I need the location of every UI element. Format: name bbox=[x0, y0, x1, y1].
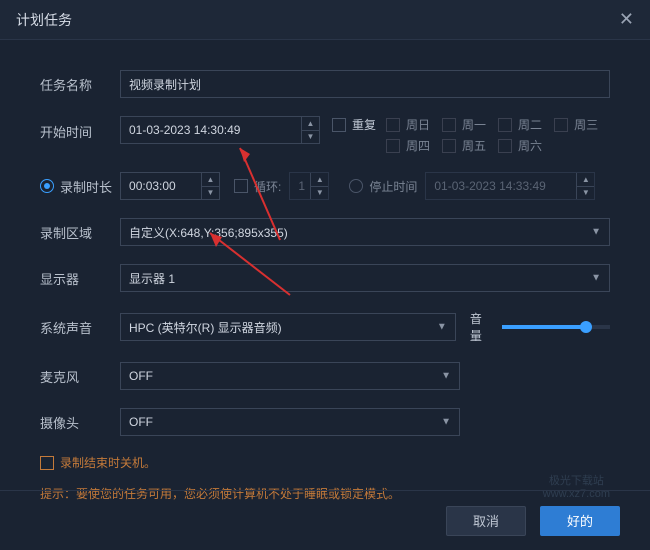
monitor-label: 显示器 bbox=[40, 269, 120, 288]
slider-thumb[interactable] bbox=[580, 321, 592, 333]
region-select[interactable]: 自定义(X:648,Y:356;895x355) ▼ bbox=[120, 218, 610, 246]
weekday-checkbox[interactable] bbox=[386, 118, 400, 132]
system-audio-value: HPC (英特尔(R) 显示器音频) bbox=[129, 319, 282, 336]
repeat-checkbox[interactable] bbox=[332, 118, 346, 132]
loop-spinner[interactable]: ▲ ▼ bbox=[310, 173, 328, 199]
start-time-row: 开始时间 01-03-2023 14:30:49 ▲ ▼ 重复 周日 周一 周二… bbox=[40, 116, 610, 154]
slider-fill bbox=[502, 325, 587, 329]
stop-time-spinner[interactable]: ▲ ▼ bbox=[576, 173, 594, 199]
duration-radio-group[interactable]: 录制时长 bbox=[40, 177, 112, 196]
spinner-down-icon[interactable]: ▼ bbox=[302, 131, 319, 144]
region-label: 录制区域 bbox=[40, 223, 120, 242]
ok-button[interactable]: 好的 bbox=[540, 506, 620, 536]
duration-label: 录制时长 bbox=[60, 177, 112, 196]
mic-value: OFF bbox=[129, 369, 153, 383]
chevron-down-icon: ▼ bbox=[591, 227, 601, 238]
camera-label: 摄像头 bbox=[40, 413, 120, 432]
spinner-up-icon[interactable]: ▲ bbox=[311, 173, 328, 187]
monitor-value: 显示器 1 bbox=[129, 270, 175, 287]
dialog-title: 计划任务 bbox=[16, 10, 72, 30]
titlebar: 计划任务 ✕ bbox=[0, 0, 650, 40]
weekday-fri[interactable]: 周五 bbox=[442, 137, 486, 154]
mic-row: 麦克风 OFF ▼ bbox=[40, 362, 610, 390]
spinner-down-icon[interactable]: ▼ bbox=[202, 187, 219, 200]
weekday-checkbox[interactable] bbox=[442, 139, 456, 153]
weekday-checkbox[interactable] bbox=[554, 118, 568, 132]
weekday-checkbox[interactable] bbox=[386, 139, 400, 153]
cancel-button[interactable]: 取消 bbox=[446, 506, 526, 536]
monitor-row: 显示器 显示器 1 ▼ bbox=[40, 264, 610, 292]
loop-input[interactable]: 1 ▲ ▼ bbox=[289, 172, 329, 200]
weekday-checkbox[interactable] bbox=[498, 139, 512, 153]
duration-spinner[interactable]: ▲ ▼ bbox=[201, 173, 219, 199]
dialog-content: 任务名称 视频录制计划 开始时间 01-03-2023 14:30:49 ▲ ▼… bbox=[0, 40, 650, 512]
mic-label: 麦克风 bbox=[40, 367, 120, 386]
weekday-checkbox[interactable] bbox=[442, 118, 456, 132]
start-time-label: 开始时间 bbox=[40, 116, 120, 141]
weekday-sun[interactable]: 周日 bbox=[386, 116, 430, 133]
loop-group: 循环: 1 ▲ ▼ bbox=[234, 172, 329, 200]
chevron-down-icon: ▼ bbox=[441, 417, 451, 428]
volume-label: 音量 bbox=[470, 310, 494, 344]
spinner-down-icon[interactable]: ▼ bbox=[311, 187, 328, 200]
shutdown-checkbox[interactable] bbox=[40, 456, 54, 470]
start-time-spinner[interactable]: ▲ ▼ bbox=[301, 117, 319, 143]
system-audio-row: 系统声音 HPC (英特尔(R) 显示器音频) ▼ 音量 bbox=[40, 310, 610, 344]
task-name-input[interactable]: 视频录制计划 bbox=[120, 70, 610, 98]
task-name-value: 视频录制计划 bbox=[129, 76, 201, 93]
loop-label: 循环: bbox=[254, 178, 281, 195]
weekday-sat[interactable]: 周六 bbox=[498, 137, 542, 154]
dialog-footer: 取消 好的 bbox=[0, 490, 650, 550]
repeat-group: 重复 bbox=[332, 116, 376, 133]
loop-checkbox[interactable] bbox=[234, 179, 248, 193]
weekday-mon[interactable]: 周一 bbox=[442, 116, 486, 133]
chevron-down-icon: ▼ bbox=[441, 371, 451, 382]
region-value: 自定义(X:648,Y:356;895x355) bbox=[129, 224, 288, 241]
system-audio-select[interactable]: HPC (英特尔(R) 显示器音频) ▼ bbox=[120, 313, 456, 341]
mic-select[interactable]: OFF ▼ bbox=[120, 362, 460, 390]
loop-value: 1 bbox=[298, 179, 305, 193]
duration-value: 00:03:00 bbox=[129, 179, 176, 193]
shutdown-row: 录制结束时关机。 bbox=[40, 454, 610, 471]
weekday-thu[interactable]: 周四 bbox=[386, 137, 430, 154]
region-row: 录制区域 自定义(X:648,Y:356;895x355) ▼ bbox=[40, 218, 610, 246]
task-name-label: 任务名称 bbox=[40, 75, 120, 94]
system-audio-label: 系统声音 bbox=[40, 318, 120, 337]
weekday-checkbox[interactable] bbox=[498, 118, 512, 132]
start-time-value: 01-03-2023 14:30:49 bbox=[129, 123, 240, 137]
stop-time-input[interactable]: 01-03-2023 14:33:49 ▲ ▼ bbox=[425, 172, 595, 200]
spinner-up-icon[interactable]: ▲ bbox=[302, 117, 319, 131]
monitor-select[interactable]: 显示器 1 ▼ bbox=[120, 264, 610, 292]
stop-time-radio[interactable] bbox=[349, 179, 363, 193]
camera-value: OFF bbox=[129, 415, 153, 429]
camera-select[interactable]: OFF ▼ bbox=[120, 408, 460, 436]
volume-group: 音量 bbox=[470, 310, 610, 344]
task-name-row: 任务名称 视频录制计划 bbox=[40, 70, 610, 98]
weekday-grid: 周日 周一 周二 周三 周四 周五 周六 bbox=[386, 116, 598, 154]
weekday-wed[interactable]: 周三 bbox=[554, 116, 598, 133]
chevron-down-icon: ▼ bbox=[437, 322, 447, 333]
duration-stop-row: 录制时长 00:03:00 ▲ ▼ 循环: 1 ▲ ▼ 停止时间 bbox=[40, 172, 610, 200]
weekday-tue[interactable]: 周二 bbox=[498, 116, 542, 133]
shutdown-label: 录制结束时关机。 bbox=[60, 454, 156, 471]
duration-radio[interactable] bbox=[40, 179, 54, 193]
spinner-up-icon[interactable]: ▲ bbox=[202, 173, 219, 187]
repeat-label: 重复 bbox=[352, 116, 376, 133]
chevron-down-icon: ▼ bbox=[591, 273, 601, 284]
close-icon[interactable]: ✕ bbox=[619, 9, 634, 30]
stop-time-group: 停止时间 01-03-2023 14:33:49 ▲ ▼ bbox=[349, 172, 595, 200]
duration-input[interactable]: 00:03:00 ▲ ▼ bbox=[120, 172, 220, 200]
camera-row: 摄像头 OFF ▼ bbox=[40, 408, 610, 436]
spinner-up-icon[interactable]: ▲ bbox=[577, 173, 594, 187]
stop-time-value: 01-03-2023 14:33:49 bbox=[434, 179, 545, 193]
stop-time-label: 停止时间 bbox=[369, 178, 417, 195]
spinner-down-icon[interactable]: ▼ bbox=[577, 187, 594, 200]
start-time-input[interactable]: 01-03-2023 14:30:49 ▲ ▼ bbox=[120, 116, 320, 144]
volume-slider[interactable] bbox=[502, 325, 610, 329]
